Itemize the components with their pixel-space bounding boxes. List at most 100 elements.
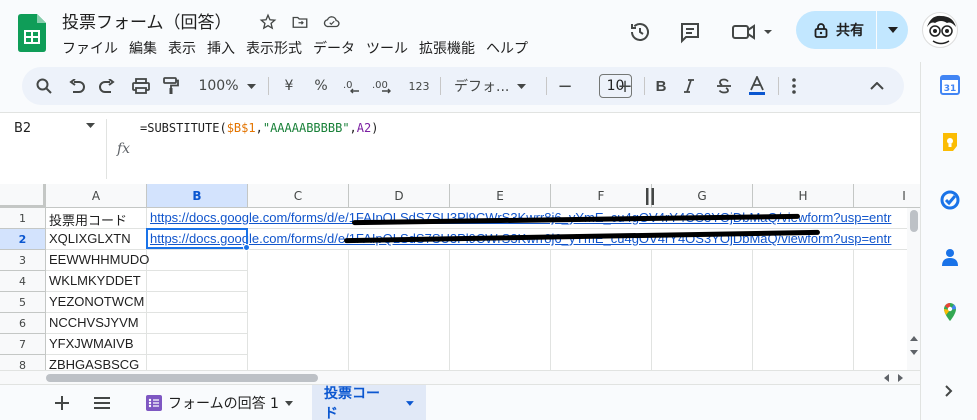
sheet-tab-vote-codes[interactable]: 投票コード <box>312 385 426 420</box>
menu-data[interactable]: データ <box>313 37 363 59</box>
increase-font-size-button[interactable]: + <box>614 67 636 105</box>
horizontal-scrollbar[interactable] <box>0 370 920 384</box>
vertical-scrollbar[interactable] <box>907 208 920 374</box>
print-icon[interactable] <box>128 67 154 105</box>
horizontal-scroll-thumb[interactable] <box>46 374 318 382</box>
cell-a1[interactable]: 投票用コード <box>46 208 147 229</box>
cell-empty[interactable] <box>450 250 551 374</box>
search-menus-icon[interactable] <box>30 67 58 105</box>
row-header-7[interactable]: 7 <box>0 334 46 355</box>
cell-empty[interactable] <box>551 250 652 374</box>
row-header-3[interactable]: 3 <box>0 250 46 271</box>
menu-file[interactable]: ファイル <box>62 37 126 59</box>
cell-empty[interactable] <box>753 250 854 374</box>
column-resize-handle-icon[interactable] <box>645 188 655 205</box>
row-header-1[interactable]: 1 <box>0 208 46 229</box>
keep-icon[interactable] <box>940 132 960 152</box>
fill-handle[interactable] <box>243 244 250 251</box>
tasks-icon[interactable] <box>940 190 960 210</box>
menu-format[interactable]: 表示形式 <box>246 37 310 59</box>
column-header-i[interactable]: I <box>854 184 920 208</box>
row-header-2[interactable]: 2 <box>0 229 46 250</box>
column-header-h[interactable]: H <box>753 184 854 208</box>
sheet-tab-form-responses[interactable]: フォームの回答 1 <box>134 385 305 420</box>
cell-a4[interactable]: WKLMKYDDET <box>46 271 147 292</box>
italic-icon[interactable] <box>678 67 700 105</box>
meet-icon[interactable] <box>730 17 776 47</box>
zoom-select[interactable]: 100% <box>192 67 262 105</box>
menu-view[interactable]: 表示 <box>168 37 204 59</box>
row-header-6[interactable]: 6 <box>0 313 46 334</box>
cell-a6[interactable]: NCCHVSJYVM <box>46 313 147 334</box>
cell-empty[interactable] <box>147 334 248 355</box>
calendar-icon[interactable]: 31 <box>940 75 960 95</box>
cell-empty[interactable] <box>147 271 248 292</box>
undo-icon[interactable] <box>64 67 90 105</box>
text-color-icon[interactable] <box>744 67 770 105</box>
decrease-decimal-icon[interactable]: .0 <box>340 67 366 105</box>
scroll-up-icon[interactable] <box>910 336 918 341</box>
menu-help[interactable]: ヘルプ <box>486 37 536 59</box>
percent-format-button[interactable]: % <box>310 67 332 105</box>
contacts-icon[interactable] <box>940 247 960 267</box>
strikethrough-icon[interactable] <box>712 67 736 105</box>
cell-empty[interactable] <box>147 313 248 334</box>
cloud-saved-icon[interactable] <box>322 12 342 32</box>
move-folder-icon[interactable] <box>290 12 310 32</box>
sheets-logo-icon[interactable] <box>18 14 46 52</box>
menu-extensions[interactable]: 拡張機能 <box>419 37 483 59</box>
all-sheets-icon[interactable] <box>92 393 112 413</box>
name-box[interactable]: B2 <box>14 121 31 136</box>
select-all-corner[interactable] <box>0 184 46 208</box>
comments-icon[interactable] <box>675 17 705 47</box>
scroll-down-icon[interactable] <box>910 350 918 355</box>
row-header-4[interactable]: 4 <box>0 271 46 292</box>
share-dropdown-icon[interactable] <box>877 11 908 49</box>
cell-a5[interactable]: YEZONOTWCM <box>46 292 147 313</box>
cell-a7[interactable]: YFXJWMAIVB <box>46 334 147 355</box>
tab-dropdown-icon[interactable] <box>406 400 414 406</box>
menu-tools[interactable]: ツール <box>366 37 416 59</box>
more-formats-button[interactable]: 123 <box>406 67 432 105</box>
column-header-c[interactable]: C <box>248 184 349 208</box>
column-header-g[interactable]: G <box>652 184 753 208</box>
column-header-a[interactable]: A <box>46 184 147 208</box>
column-header-d[interactable]: D <box>349 184 450 208</box>
decrease-font-size-button[interactable]: − <box>554 67 576 105</box>
share-button[interactable]: 共有 <box>796 11 908 49</box>
redo-icon[interactable] <box>94 67 120 105</box>
column-header-f[interactable]: F <box>551 184 652 208</box>
font-family-select[interactable]: デフォ... <box>450 67 536 105</box>
column-header-b[interactable]: B <box>147 184 248 208</box>
expand-side-panel-icon[interactable] <box>945 385 953 397</box>
tab-dropdown-icon[interactable] <box>284 400 293 406</box>
vertical-scroll-thumb[interactable] <box>910 210 918 232</box>
version-history-icon[interactable] <box>625 17 655 47</box>
document-title[interactable]: 投票フォーム（回答） <box>62 8 232 33</box>
add-sheet-icon[interactable] <box>52 393 72 413</box>
cell-a3[interactable]: EEWWHHMUDO <box>46 250 149 271</box>
cell-empty[interactable] <box>652 250 753 374</box>
more-options-icon[interactable] <box>786 67 802 105</box>
scroll-left-icon[interactable] <box>884 374 889 382</box>
star-icon[interactable] <box>258 12 278 32</box>
menu-edit[interactable]: 編集 <box>129 37 165 59</box>
row-header-5[interactable]: 5 <box>0 292 46 313</box>
cell-a2[interactable]: XQLIXGLXTN <box>46 229 147 250</box>
maps-icon[interactable] <box>940 302 960 322</box>
cell-empty[interactable] <box>147 292 248 313</box>
currency-format-button[interactable]: ¥ <box>278 67 300 105</box>
menu-insert[interactable]: 挿入 <box>207 37 243 59</box>
column-header-e[interactable]: E <box>450 184 551 208</box>
account-avatar[interactable] <box>922 12 958 48</box>
formula-input[interactable]: =SUBSTITUTE($B$1,"AAAAABBBBB",A2) <box>140 121 378 135</box>
cell-empty[interactable] <box>147 250 248 271</box>
increase-decimal-icon[interactable]: .00 <box>370 67 400 105</box>
collapse-toolbar-icon[interactable] <box>864 67 890 105</box>
share-main-button[interactable]: 共有 <box>796 11 876 49</box>
scroll-right-icon[interactable] <box>898 374 903 382</box>
bold-button[interactable]: B <box>650 67 672 105</box>
name-box-dropdown-icon[interactable] <box>86 123 95 128</box>
cell-empty[interactable] <box>349 250 450 374</box>
paint-format-icon[interactable] <box>158 67 184 105</box>
